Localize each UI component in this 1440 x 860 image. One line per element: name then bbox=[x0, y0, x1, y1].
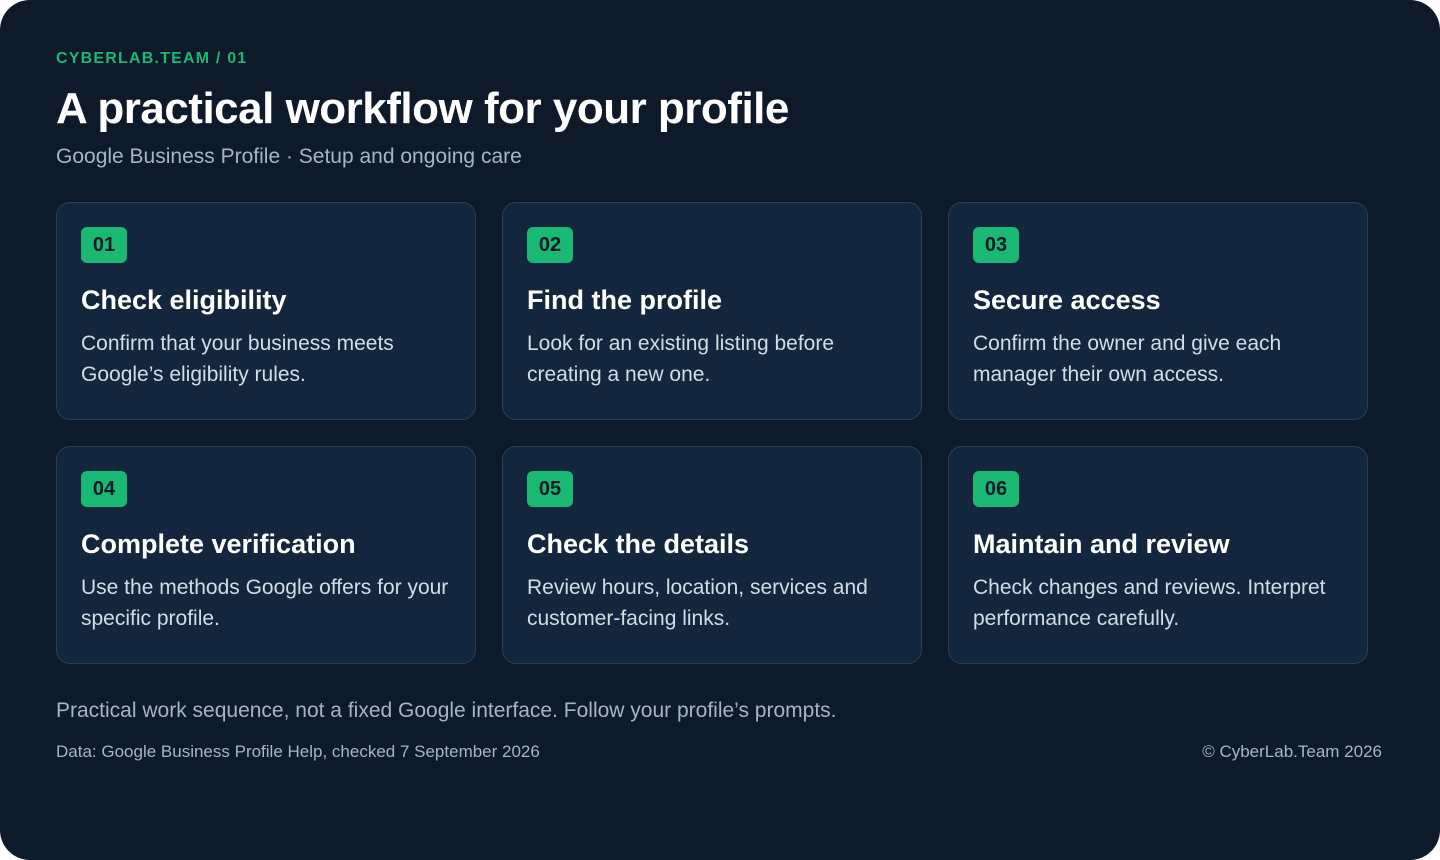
step-description: Confirm that your business meets Google’… bbox=[81, 332, 394, 386]
step-card-3: 03 Secure access Confirm the owner and g… bbox=[948, 202, 1368, 420]
step-title: Secure access bbox=[973, 285, 1161, 315]
step-card-2: 02 Find the profile Look for an existing… bbox=[502, 202, 922, 420]
step-description: Confirm the owner and give each manager … bbox=[973, 332, 1282, 386]
data-source: Data: Google Business Profile Help, chec… bbox=[56, 742, 540, 761]
infographic-card: CYBERLAB.TEAM / 01 A practical workflow … bbox=[0, 0, 1440, 860]
page-subtitle: Google Business Profile · Setup and ongo… bbox=[56, 145, 522, 168]
step-card-1: 01 Check eligibility Confirm that your b… bbox=[56, 202, 476, 420]
step-title: Check eligibility bbox=[81, 285, 287, 315]
page-title: A practical workflow for your profile bbox=[56, 84, 789, 133]
step-number-badge: 03 bbox=[973, 227, 1019, 263]
step-description: Review hours, location, services and cus… bbox=[527, 576, 868, 630]
step-title: Check the details bbox=[527, 529, 750, 559]
step-number-badge: 02 bbox=[527, 227, 573, 263]
step-number-badge: 01 bbox=[81, 227, 127, 263]
step-card-5: 05 Check the details Review hours, locat… bbox=[502, 446, 922, 664]
step-number-badge: 06 bbox=[973, 471, 1019, 507]
eyebrow-label: CYBERLAB.TEAM / 01 bbox=[56, 50, 248, 67]
step-card-4: 04 Complete verification Use the methods… bbox=[56, 446, 476, 664]
step-description: Use the methods Google offers for your s… bbox=[81, 576, 449, 630]
step-number-badge: 04 bbox=[81, 471, 127, 507]
step-description: Check changes and reviews. Interpret per… bbox=[973, 576, 1326, 630]
step-title: Maintain and review bbox=[973, 529, 1230, 559]
step-number-badge: 05 bbox=[527, 471, 573, 507]
step-title: Find the profile bbox=[527, 285, 722, 315]
step-card-6: 06 Maintain and review Check changes and… bbox=[948, 446, 1368, 664]
copyright: © CyberLab.Team 2026 bbox=[1202, 742, 1382, 761]
step-title: Complete verification bbox=[81, 529, 356, 559]
step-description: Look for an existing listing before crea… bbox=[527, 332, 835, 386]
steps-grid: 01 Check eligibility Confirm that your b… bbox=[56, 202, 1368, 664]
footer-note: Practical work sequence, not a fixed Goo… bbox=[56, 699, 837, 722]
